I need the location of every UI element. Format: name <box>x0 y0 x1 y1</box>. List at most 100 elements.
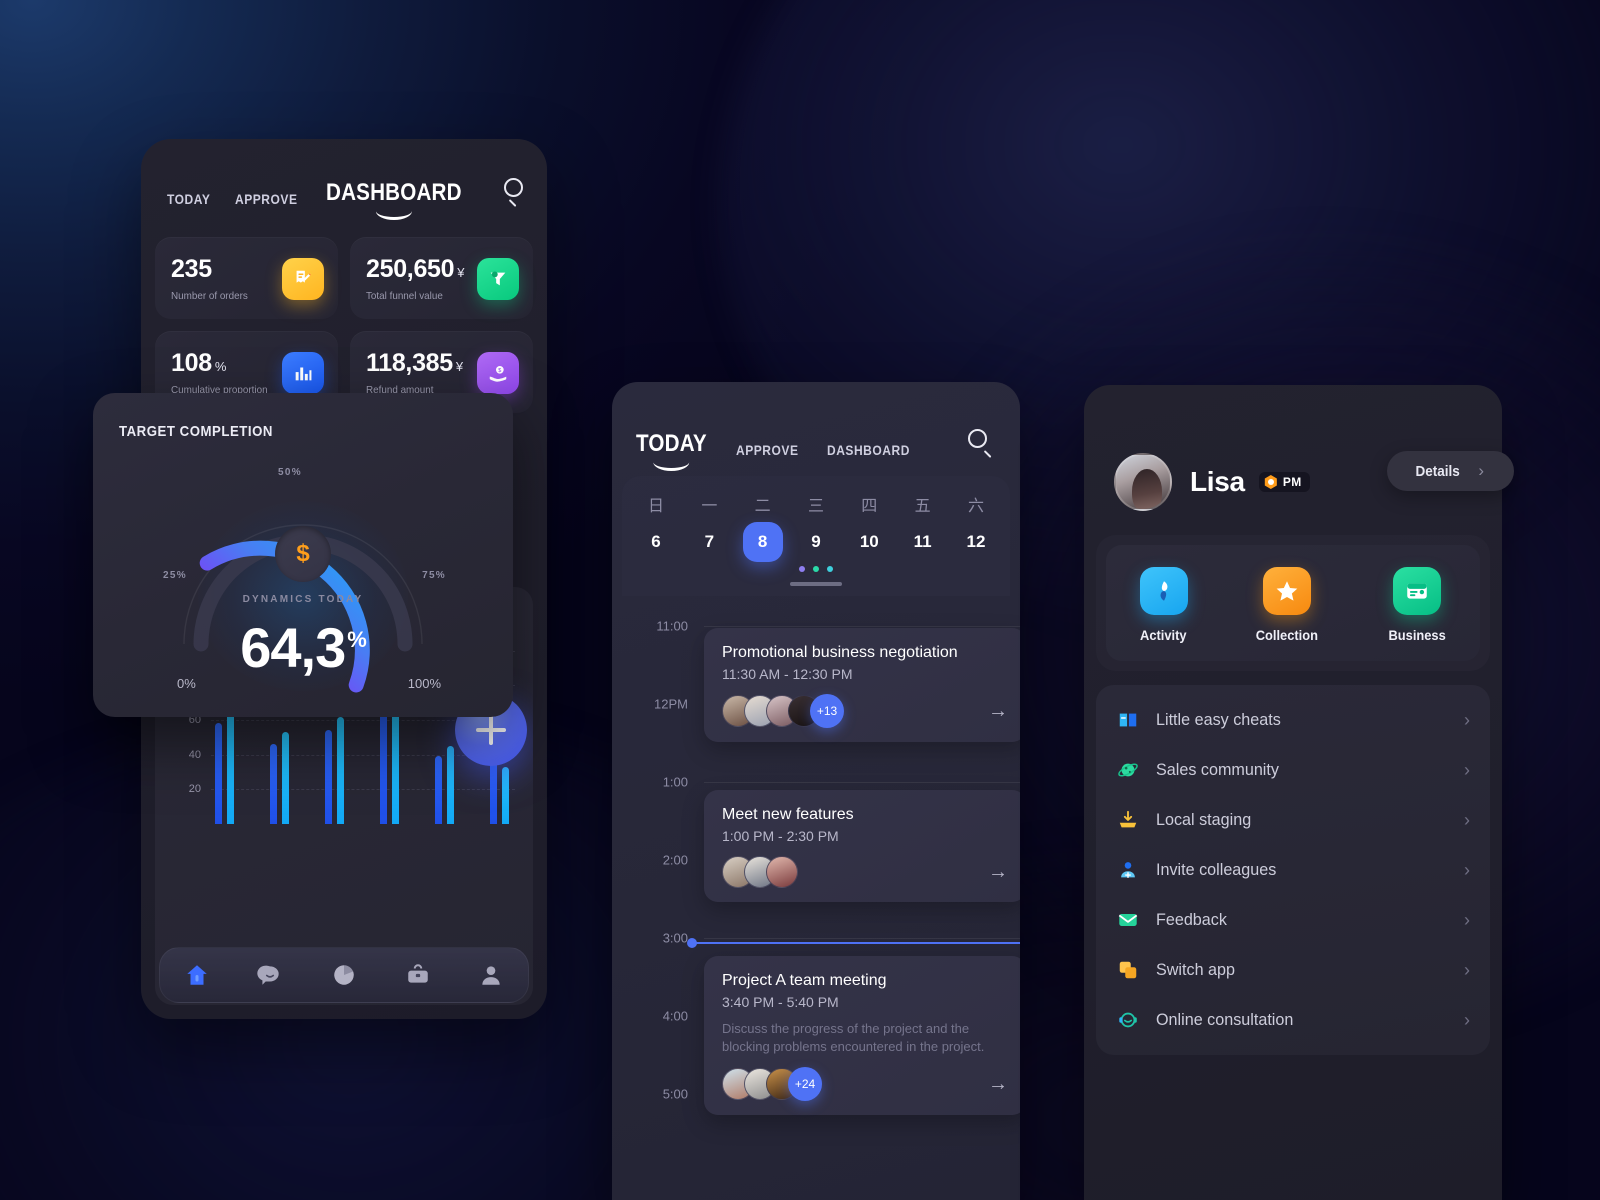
gauge-tick-50: 50% <box>278 467 302 478</box>
home-icon[interactable] <box>184 962 210 988</box>
menu-list: Little easy cheats › Sales community › L… <box>1096 685 1490 1055</box>
bar-group <box>325 716 344 824</box>
gauge-value-number: 64,3 <box>240 616 346 679</box>
calendar-weekday: 六 <box>967 498 984 515</box>
event-card[interactable]: Promotional business negotiation 11:30 A… <box>704 628 1020 742</box>
menu-item-switch-app[interactable]: Switch app › <box>1096 945 1490 995</box>
tab-dashboard[interactable]: DASHBOARD <box>827 442 910 458</box>
add-person-icon <box>1116 858 1140 882</box>
timeline-hour-line <box>704 626 1020 627</box>
calendar-day[interactable]: 11 <box>903 522 943 562</box>
shortcut-activity[interactable]: Activity <box>1138 567 1189 643</box>
arrow-right-icon[interactable]: → <box>988 861 1008 884</box>
tab-today[interactable]: TODAY <box>167 191 210 207</box>
stats-grid: 235 Number of orders 250,650 ¥ Total funn… <box>141 207 547 413</box>
event-card[interactable]: Meet new features 1:00 PM - 2:30 PM → <box>704 790 1020 902</box>
shortcuts-row: Activity Collection Business <box>1106 545 1480 661</box>
calendar-weekday: 一 <box>701 498 718 515</box>
gauge-value-unit: % <box>347 627 367 653</box>
event-card[interactable]: Project A team meeting 3:40 PM - 5:40 PM… <box>704 956 1020 1116</box>
profile-header: Lisa PM Details › <box>1084 385 1514 511</box>
timeline-hour-line <box>704 938 1020 939</box>
menu-item-little-easy-cheats[interactable]: Little easy cheats › <box>1096 695 1490 745</box>
arrow-right-icon[interactable]: → <box>988 1073 1008 1096</box>
order-edit-icon <box>282 258 324 300</box>
shortcut-collection[interactable]: Collection <box>1253 567 1321 643</box>
chevron-right-icon: › <box>1464 1009 1470 1030</box>
search-ring <box>503 178 523 197</box>
svg-text:$: $ <box>498 368 501 374</box>
bar <box>215 723 222 824</box>
event-title: Meet new features <box>722 806 854 823</box>
search-handle <box>983 449 992 458</box>
tab-approve[interactable]: APPROVE <box>736 442 798 458</box>
tab-dashboard[interactable]: DASHBOARD <box>326 179 462 220</box>
dashboard-topbar: TODAY APPROVE DASHBOARD <box>141 139 547 220</box>
shortcuts-container: Activity Collection Business <box>1096 535 1490 671</box>
search-icon[interactable] <box>502 177 523 207</box>
timeline-hour-label: 2:00 <box>662 852 688 868</box>
shortcut-business[interactable]: Business <box>1386 567 1448 643</box>
arrow-right-icon[interactable]: → <box>988 700 1008 723</box>
dollar-icon: $ <box>275 526 331 582</box>
gauge-tick-100: 100% <box>407 676 441 691</box>
calendar-dot <box>827 566 833 572</box>
gauge-subtitle: DYNAMICS TODAY <box>242 594 364 605</box>
menu-item-feedback[interactable]: Feedback › <box>1096 895 1490 945</box>
bar <box>325 730 332 824</box>
event-footer: → <box>722 856 1008 888</box>
stat-card-funnel[interactable]: 250,650 ¥ Total funnel value <box>350 237 533 319</box>
calendar-dots <box>636 566 996 572</box>
chat-icon[interactable] <box>257 962 283 988</box>
calendar-week-strip: 日 一 二 三 四 五 六 6 7 8 9 10 11 12 <box>622 476 1010 596</box>
chevron-right-icon: › <box>1464 859 1470 880</box>
chevron-right-icon: › <box>1478 461 1484 480</box>
star-icon <box>1263 567 1312 615</box>
pie-chart-icon[interactable] <box>331 962 357 988</box>
menu-item-local-staging[interactable]: Local staging › <box>1096 795 1490 845</box>
event-time: 3:40 PM - 5:40 PM <box>722 994 839 1010</box>
person-icon[interactable] <box>478 962 504 988</box>
status-badge: PM <box>1258 472 1310 492</box>
attendee-overflow-count[interactable]: +13 <box>810 694 844 728</box>
bar-group <box>270 732 289 824</box>
avatar <box>766 856 798 888</box>
calendar-dot <box>813 566 819 572</box>
menu-item-invite-colleagues[interactable]: Invite colleagues › <box>1096 845 1490 895</box>
today-topbar: TODAY APPROVE DASHBOARD <box>612 382 1020 471</box>
calendar-day[interactable]: 12 <box>956 522 996 562</box>
menu-item-sales-community[interactable]: Sales community › <box>1096 745 1490 795</box>
attendee-overflow-count[interactable]: +24 <box>788 1067 822 1102</box>
chevron-right-icon: › <box>1464 709 1470 730</box>
details-button[interactable]: Details › <box>1387 451 1514 491</box>
attendee-avatars <box>722 695 820 727</box>
y-axis-tick: 20 <box>188 783 201 796</box>
event-footer: +24 → <box>722 1067 1008 1102</box>
search-icon[interactable] <box>966 428 996 458</box>
menu-item-online-consultation[interactable]: Online consultation › <box>1096 995 1490 1045</box>
active-tab-indicator <box>375 202 413 220</box>
calendar-day[interactable]: 9 <box>796 522 836 562</box>
gauge-tick-25: 25% <box>163 570 187 581</box>
avatar[interactable] <box>1114 453 1172 511</box>
funnel-icon <box>477 258 519 300</box>
envelope-icon <box>1116 908 1140 932</box>
stat-label: Total funnel value <box>366 289 443 302</box>
switch-app-icon <box>1116 958 1140 982</box>
tab-today[interactable]: TODAY <box>636 430 707 471</box>
tab-approve[interactable]: APPROVE <box>235 191 297 207</box>
calendar-day[interactable]: 10 <box>849 522 889 562</box>
stat-card-orders[interactable]: 235 Number of orders <box>155 237 338 319</box>
refund-hand-icon: $ <box>477 352 519 394</box>
calendar-day[interactable]: 6 <box>636 522 676 562</box>
briefcase-icon[interactable] <box>405 962 431 988</box>
menu-label: Online consultation <box>1156 1010 1294 1029</box>
event-time: 1:00 PM - 2:30 PM <box>722 828 839 844</box>
headset-icon <box>1116 1008 1140 1032</box>
gauge-tick-0: 0% <box>177 676 196 691</box>
timeline-hour-label: 5:00 <box>662 1086 688 1102</box>
drag-handle[interactable] <box>790 582 842 586</box>
calendar-day[interactable]: 8 <box>742 522 783 562</box>
target-completion-title: TARGET COMPLETION <box>119 423 273 440</box>
calendar-day[interactable]: 7 <box>689 522 729 562</box>
